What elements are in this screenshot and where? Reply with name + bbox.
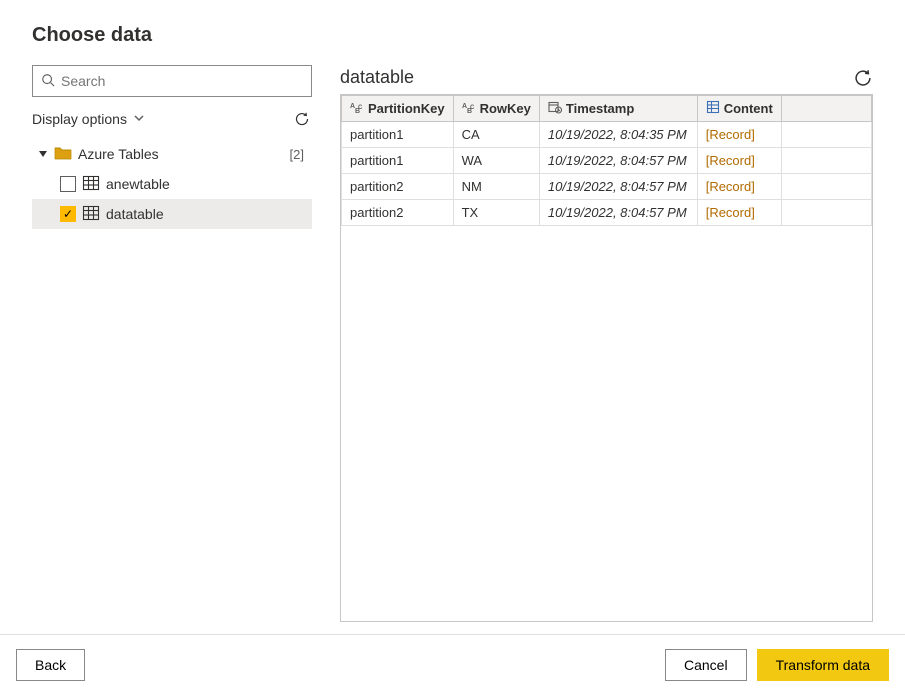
svg-text:C: C	[358, 105, 363, 111]
record-type-icon	[706, 100, 720, 117]
table-row[interactable]: partition2 TX 10/19/2022, 8:04:57 PM [Re…	[342, 200, 872, 226]
cell-partitionkey: partition1	[342, 122, 454, 148]
cell-content[interactable]: [Record]	[697, 200, 781, 226]
tree-item-datatable[interactable]: datatable	[32, 199, 312, 229]
header-row: ABC PartitionKey ABC RowKey	[342, 96, 872, 122]
refresh-preview-button[interactable]	[853, 68, 873, 88]
table-icon	[82, 174, 100, 195]
cancel-button[interactable]: Cancel	[665, 649, 747, 681]
cell-content[interactable]: [Record]	[697, 148, 781, 174]
cell-timestamp: 10/19/2022, 8:04:35 PM	[539, 122, 697, 148]
transform-data-button[interactable]: Transform data	[757, 649, 889, 681]
datetime-type-icon	[548, 100, 562, 117]
cell-partitionkey: partition2	[342, 200, 454, 226]
cell-partitionkey: partition1	[342, 148, 454, 174]
cell-content[interactable]: [Record]	[697, 174, 781, 200]
table-row[interactable]: partition1 CA 10/19/2022, 8:04:35 PM [Re…	[342, 122, 872, 148]
preview-title: datatable	[340, 67, 414, 88]
refresh-tree-button[interactable]	[292, 109, 312, 129]
dialog-header: Choose data	[0, 0, 905, 65]
column-header-timestamp[interactable]: Timestamp	[539, 96, 697, 122]
display-options-row: Display options	[32, 107, 312, 131]
table-row[interactable]: partition2 NM 10/19/2022, 8:04:57 PM [Re…	[342, 174, 872, 200]
display-options-label: Display options	[32, 111, 127, 127]
cell-rowkey: WA	[453, 148, 539, 174]
preview-grid[interactable]: ABC PartitionKey ABC RowKey	[340, 94, 873, 622]
main-content: Display options	[0, 65, 905, 634]
column-header-rowkey[interactable]: ABC RowKey	[453, 96, 539, 122]
cell-timestamp: 10/19/2022, 8:04:57 PM	[539, 200, 697, 226]
folder-icon	[54, 144, 72, 165]
tree-group-count: [2]	[290, 147, 304, 162]
tree-group-label: Azure Tables	[78, 146, 284, 162]
tree-item-label: datatable	[106, 206, 164, 222]
cell-rowkey: TX	[453, 200, 539, 226]
text-type-icon: ABC	[350, 100, 364, 117]
navigator-pane: Display options	[32, 65, 312, 622]
tree-item-label: anewtable	[106, 176, 170, 192]
cell-rowkey: NM	[453, 174, 539, 200]
checkbox-anewtable[interactable]	[60, 176, 76, 192]
search-input-wrapper[interactable]	[32, 65, 312, 97]
navigator-tree: Azure Tables [2] anewtable	[32, 139, 312, 229]
preview-header: datatable	[340, 65, 873, 94]
cell-partitionkey: partition2	[342, 174, 454, 200]
cell-rowkey: CA	[453, 122, 539, 148]
svg-text:C: C	[470, 105, 475, 111]
checkbox-datatable[interactable]	[60, 206, 76, 222]
cell-timestamp: 10/19/2022, 8:04:57 PM	[539, 148, 697, 174]
table-icon	[82, 204, 100, 225]
display-options-menu[interactable]: Display options	[32, 111, 145, 127]
text-type-icon: ABC	[462, 100, 476, 117]
search-icon	[41, 73, 55, 90]
column-header-partitionkey[interactable]: ABC PartitionKey	[342, 96, 454, 122]
search-input[interactable]	[61, 73, 303, 89]
column-header-filler	[781, 96, 871, 122]
page-title: Choose data	[32, 24, 873, 47]
table-row[interactable]: partition1 WA 10/19/2022, 8:04:57 PM [Re…	[342, 148, 872, 174]
tree-item-anewtable[interactable]: anewtable	[32, 169, 312, 199]
data-table: ABC PartitionKey ABC RowKey	[341, 95, 872, 226]
column-header-content[interactable]: Content	[697, 96, 781, 122]
cell-timestamp: 10/19/2022, 8:04:57 PM	[539, 174, 697, 200]
back-button[interactable]: Back	[16, 649, 85, 681]
caret-down-icon	[38, 146, 48, 162]
tree-group-azure-tables[interactable]: Azure Tables [2]	[32, 139, 312, 169]
preview-pane: datatable ABC PartitionK	[340, 65, 873, 622]
dialog-footer: Back Cancel Transform data	[0, 634, 905, 695]
cell-content[interactable]: [Record]	[697, 122, 781, 148]
chevron-down-icon	[133, 111, 145, 127]
